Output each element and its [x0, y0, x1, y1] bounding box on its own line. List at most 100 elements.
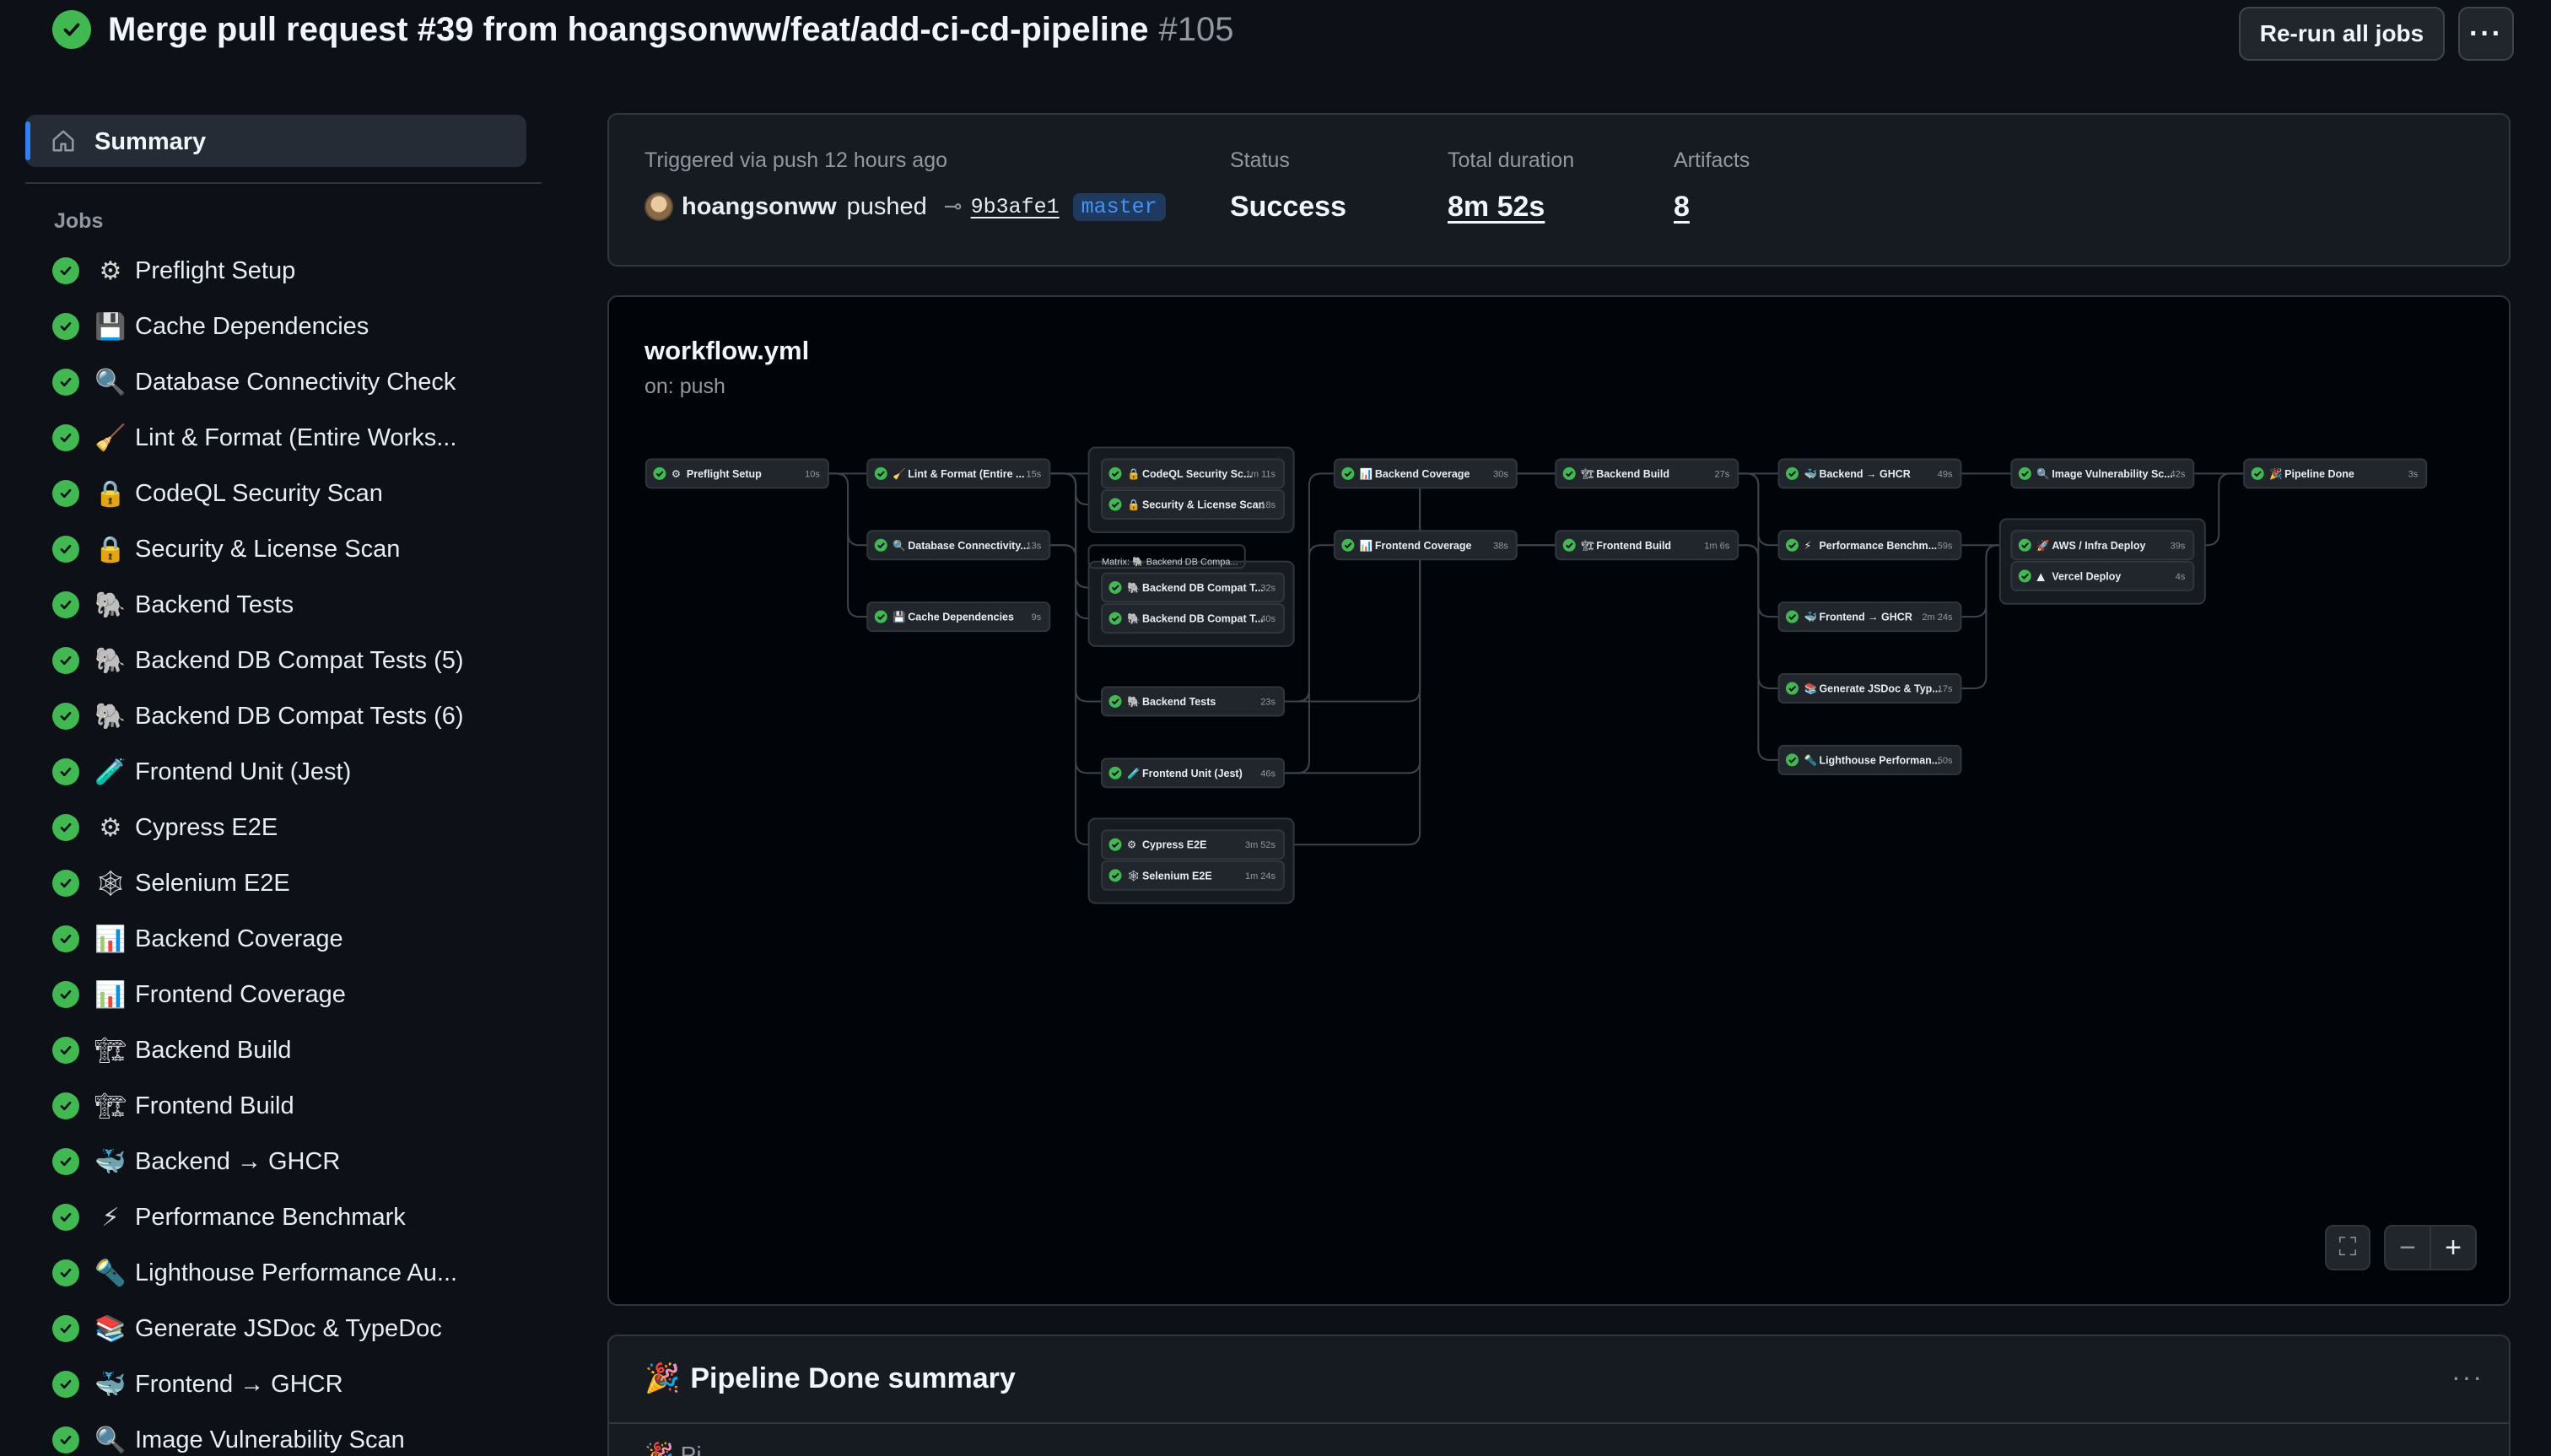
branch-badge[interactable]: master — [1072, 192, 1166, 221]
job-name: Backend Coverage — [135, 925, 343, 952]
title-row: Merge pull request #39 from hoangsonww/f… — [52, 10, 1234, 49]
duration-link[interactable]: 8m 52s — [1448, 191, 1545, 224]
duration-label: Total duration — [1448, 148, 1575, 172]
graph-node-lint[interactable]: 🧹 Lint & Format (Entire ... 15s — [866, 458, 1051, 489]
job-emoji-icon: 🔍 — [94, 367, 127, 397]
job-emoji-icon: 🏗 — [94, 1035, 127, 1065]
success-check-icon — [52, 1204, 79, 1231]
sidebar-job-item[interactable]: 🧪 Frontend Unit (Jest) — [52, 744, 542, 800]
rerun-all-jobs-button[interactable]: Re-run all jobs — [2239, 7, 2445, 61]
party-popper-icon: 🎉 — [644, 1362, 681, 1395]
run-header: Merge pull request #39 from hoangsonww/f… — [0, 0, 2551, 67]
graph-node-preflight[interactable]: ⚙ Preflight Setup 10s — [644, 458, 829, 489]
node-label: Generate JSDoc & Typ... — [1819, 683, 1940, 695]
sidebar-job-item[interactable]: 🔍 Database Connectivity Check — [52, 354, 542, 410]
graph-node-fcov[interactable]: 📊 Frontend Coverage 38s — [1333, 530, 1518, 561]
job-emoji-icon: 🐘 — [94, 590, 127, 620]
graph-node-dbc2[interactable]: 🐘 Backend DB Compat T...40s — [1101, 603, 1286, 634]
graph-node-cache[interactable]: 💾 Cache Dependencies 9s — [866, 601, 1051, 633]
node-label: Backend DB Compat T... — [1142, 582, 1264, 594]
sidebar-job-item[interactable]: 🔍 Image Vulnerability Scan — [52, 1412, 542, 1456]
graph-node-codeql[interactable]: 🔒 CodeQL Security Sc...1m 11s — [1101, 458, 1286, 489]
graph-node-jsdoc[interactable]: 📚 Generate JSDoc & Typ...17s — [1777, 673, 1962, 704]
graph-node-btests[interactable]: 🐘 Backend Tests 23s — [1101, 686, 1286, 717]
graph-node-cypress[interactable]: ⚙ Cypress E2E 3m 52s — [1101, 829, 1286, 860]
node-duration: 1m 6s — [1704, 541, 1729, 551]
node-emoji-icon: 🏗 — [1581, 539, 1594, 552]
pipeline-done-more-button[interactable]: ··· — [2451, 1362, 2484, 1393]
graph-node-perf[interactable]: ⚡ Performance Benchm... 59s — [1777, 530, 1962, 561]
graph-node-fghcr[interactable]: 🐳 Frontend → GHCR 2m 24s — [1777, 601, 1962, 633]
node-emoji-icon: 🕸 — [1127, 869, 1141, 882]
sidebar-job-item[interactable]: 📊 Frontend Coverage — [52, 967, 542, 1022]
sidebar-job-item[interactable]: ⚙ Preflight Setup — [52, 243, 542, 299]
graph-node-selenium[interactable]: 🕸 Selenium E2E 1m 24s — [1101, 860, 1286, 891]
more-options-button[interactable]: ··· — [2458, 7, 2514, 61]
node-emoji-icon: 🔦 — [1804, 753, 1817, 767]
job-emoji-icon: 🐳 — [94, 1369, 127, 1399]
graph-node-bbuild[interactable]: 🏗 Backend Build 27s — [1555, 458, 1739, 489]
sidebar: Summary Jobs ⚙ Preflight Setup 💾 Cache Depe… — [25, 111, 542, 1456]
artifacts-link[interactable]: 8 — [1674, 191, 1690, 224]
success-check-icon — [52, 313, 79, 340]
graph-node-vercel[interactable]: ▲ Vercel Deploy 4s — [2010, 560, 2195, 591]
sidebar-job-item[interactable]: 🐘 Backend DB Compat Tests (6) — [52, 688, 542, 744]
node-emoji-icon: ⚡ — [1804, 539, 1811, 552]
graph-node-seclic[interactable]: 🔒 Security & License Scan18s — [1101, 489, 1286, 520]
zoom-out-button[interactable]: − — [2384, 1225, 2431, 1270]
sidebar-job-item[interactable]: ⚙ Cypress E2E — [52, 800, 542, 855]
sidebar-job-item[interactable]: 🐘 Backend DB Compat Tests (5) — [52, 633, 542, 688]
node-label: Lint & Format (Entire ... — [908, 468, 1024, 480]
avatar[interactable] — [644, 192, 673, 221]
sidebar-job-item[interactable]: 🐳 Backend → GHCR — [52, 1134, 542, 1189]
job-name: Frontend Build — [135, 1092, 294, 1119]
graph-node-aws[interactable]: 🚀 AWS / Infra Deploy 39s — [2010, 530, 2195, 561]
job-name: Cypress E2E — [135, 813, 278, 841]
graph-node-funit[interactable]: 🧪 Frontend Unit (Jest) 46s — [1101, 758, 1286, 789]
success-check-icon — [52, 591, 79, 618]
node-emoji-icon: 🎉 — [2269, 467, 2283, 481]
job-name: Preflight Setup — [135, 256, 296, 284]
sidebar-job-item[interactable]: 🔦 Lighthouse Performance Au... — [52, 1245, 542, 1301]
sidebar-job-item[interactable]: 🐘 Backend Tests — [52, 577, 542, 633]
zoom-in-button[interactable]: + — [2430, 1225, 2477, 1270]
graph-node-dbconn[interactable]: 🔍 Database Connectivity...13s — [866, 530, 1051, 561]
commit-sha-link[interactable]: 9b3afe1 — [971, 195, 1060, 219]
success-check-icon — [1785, 753, 1799, 767]
job-emoji-icon: 📊 — [94, 924, 127, 954]
sidebar-job-item[interactable]: 📚 Generate JSDoc & TypeDoc — [52, 1301, 542, 1356]
graph-node-dbc1[interactable]: 🐘 Backend DB Compat T...32s — [1101, 572, 1286, 603]
graph-node-lighthouse[interactable]: 🔦 Lighthouse Performan...50s — [1777, 744, 1962, 775]
node-emoji-icon: 🔍 — [893, 538, 906, 552]
graph-node-imgvuln[interactable]: 🔍 Image Vulnerability Sc...42s — [2010, 458, 2195, 489]
graph-node-done[interactable]: 🎉 Pipeline Done 3s — [2243, 458, 2428, 489]
success-check-icon — [52, 925, 79, 952]
graph-node-bghcr[interactable]: 🐳 Backend → GHCR 49s — [1777, 458, 1962, 489]
fullscreen-button[interactable]: ⛶ — [2325, 1225, 2370, 1270]
success-check-icon — [653, 466, 666, 480]
sidebar-job-item[interactable]: 💾 Cache Dependencies — [52, 299, 542, 354]
sidebar-item-summary[interactable]: Summary — [25, 115, 526, 167]
node-label: Selenium E2E — [1142, 870, 1212, 882]
sidebar-job-item[interactable]: 🔒 Security & License Scan — [52, 521, 542, 577]
sidebar-job-item[interactable]: 📊 Backend Coverage — [52, 911, 542, 967]
sidebar-job-item[interactable]: 🧹 Lint & Format (Entire Works... — [52, 410, 542, 466]
node-duration: 30s — [1493, 469, 1508, 479]
success-check-icon — [1785, 682, 1799, 695]
sidebar-job-item[interactable]: 🐳 Frontend → GHCR — [52, 1356, 542, 1412]
node-emoji-icon: 🐘 — [1127, 695, 1141, 708]
pusher-username[interactable]: hoangsonww — [682, 193, 837, 221]
sidebar-job-item[interactable]: 🏗 Frontend Build — [52, 1078, 542, 1134]
sidebar-job-item[interactable]: 🏗 Backend Build — [52, 1022, 542, 1078]
node-emoji-icon: 🔒 — [1127, 467, 1141, 480]
sidebar-job-item[interactable]: 🔒 CodeQL Security Scan — [52, 466, 542, 521]
node-duration: 50s — [1938, 756, 1953, 766]
sidebar-job-item[interactable]: ⚡ Performance Benchmark — [52, 1189, 542, 1245]
graph-node-fbuild[interactable]: 🏗 Frontend Build 1m 6s — [1555, 530, 1739, 561]
graph-node-bcov[interactable]: 📊 Backend Coverage 30s — [1333, 458, 1518, 489]
node-emoji-icon: 🐘 — [1127, 581, 1141, 594]
pipeline-done-content-peek: 🎉 Pi — [644, 1442, 702, 1456]
job-emoji-icon: 🔍 — [94, 1425, 127, 1455]
success-check-icon — [874, 538, 887, 552]
sidebar-job-item[interactable]: 🕸 Selenium E2E — [52, 855, 542, 911]
